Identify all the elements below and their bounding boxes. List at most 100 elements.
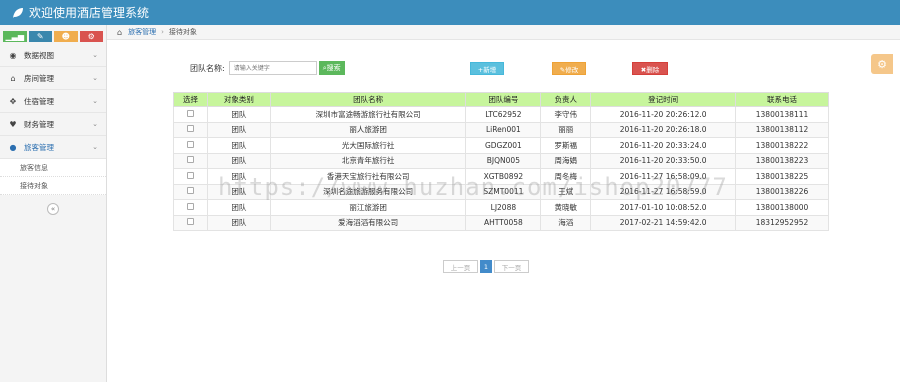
row-checkbox[interactable] [186, 140, 194, 148]
search-button-label: 搜索 [326, 64, 341, 72]
table-cell: 13800138000 [735, 199, 829, 216]
table-cell: 团队 [206, 152, 271, 169]
sidebar-subitem-reception[interactable]: 接待对象 [0, 177, 106, 195]
home-icon[interactable]: ⌂ [117, 28, 122, 37]
chevron-down-icon: ⌄ [92, 97, 98, 105]
row-checkbox[interactable] [186, 202, 194, 210]
add-button[interactable]: +新增 [470, 62, 504, 75]
table-cell: 罗斯福 [540, 137, 592, 154]
cogs-icon[interactable]: ⚙ [79, 31, 103, 42]
quick-buttons: ▁▃▅ ✎ ☻ ⚙ [0, 25, 106, 44]
prev-page-button[interactable]: 上一页 [443, 260, 478, 273]
sidebar-item-rooms[interactable]: ⌂ 房间管理 ⌄ [0, 67, 106, 90]
row-select-cell [173, 106, 208, 123]
table-row[interactable]: 团队 丽江旅游团 LJ2088 黄晓敏 2017-01-10 10:08:52.… [173, 199, 829, 216]
row-select-cell [173, 183, 208, 200]
table-cell: 13800138225 [735, 168, 829, 185]
sidebar-item-guests[interactable]: ● 旅客管理 ⌄ [0, 136, 106, 159]
table-cell: 18312952952 [735, 214, 829, 231]
column-header: 选择 [173, 92, 208, 107]
row-checkbox[interactable] [186, 218, 194, 226]
row-checkbox[interactable] [186, 187, 194, 195]
column-header: 团队编号 [465, 92, 542, 107]
table-cell: 丽丽 [540, 121, 592, 138]
search-button[interactable]: ⌕ 搜索 [318, 61, 345, 75]
leaf-icon [13, 7, 23, 18]
row-select-cell [173, 152, 208, 169]
table-cell: 团队 [206, 214, 271, 231]
row-checkbox[interactable] [186, 156, 194, 164]
chevron-down-icon: ⌄ [92, 120, 98, 128]
app-title: 欢迎使用酒店管理系统 [29, 6, 150, 20]
heart-icon: ♥ [9, 119, 17, 129]
table-cell: 2016-11-20 20:26:18.0 [590, 121, 737, 138]
table-cell: 2017-01-10 10:08:52.0 [590, 199, 737, 216]
table-cell: 爱海滔滔有限公司 [269, 214, 467, 231]
table-cell: 黄晓敏 [540, 199, 592, 216]
table-cell: AHTT0058 [465, 214, 542, 231]
table-cell: 13800138111 [735, 106, 829, 123]
search-label: 团队名称: [190, 63, 225, 73]
table-cell: GDGZ001 [465, 137, 542, 154]
table-cell: 海滔 [540, 214, 592, 231]
breadcrumb: ⌂ 旅客管理 › 接待对象 [107, 25, 900, 40]
row-checkbox[interactable] [186, 125, 194, 133]
sidebar: ▁▃▅ ✎ ☻ ⚙ ◉ 数据视图 ⌄ ⌂ 房间管理 ⌄ ✥ 住宿管理 ⌄ ♥ 财… [0, 25, 107, 382]
column-header: 负责人 [540, 92, 592, 107]
table-cell: 深圳市富途畅游旅行社有限公司 [269, 106, 467, 123]
edit-button[interactable]: ✎修改 [552, 62, 586, 75]
breadcrumb-link[interactable]: 旅客管理 [128, 27, 156, 37]
table-cell: 丽人旅游团 [269, 121, 467, 138]
table-row[interactable]: 团队 深圳市富途畅游旅行社有限公司 LTC62952 李守伟 2016-11-2… [173, 106, 829, 123]
column-header: 团队名称 [269, 92, 467, 107]
table-cell: 13800138222 [735, 137, 829, 154]
sidebar-item-finance[interactable]: ♥ 财务管理 ⌄ [0, 113, 106, 136]
row-checkbox[interactable] [186, 171, 194, 179]
table-cell: LTC62952 [465, 106, 542, 123]
table-row[interactable]: 团队 北京青年旅行社 BJQN005 周海娟 2016-11-20 20:33:… [173, 152, 829, 169]
table-row[interactable]: 团队 爱海滔滔有限公司 AHTT0058 海滔 2017-02-21 14:59… [173, 214, 829, 231]
breadcrumb-separator-icon: › [161, 28, 164, 36]
pencil-icon[interactable]: ✎ [28, 31, 52, 42]
page-number-button[interactable]: 1 [480, 260, 492, 273]
sidebar-item-lodging[interactable]: ✥ 住宿管理 ⌄ [0, 90, 106, 113]
table-cell: 团队 [206, 199, 271, 216]
row-select-cell [173, 214, 208, 231]
table-cell: 2016-11-20 20:33:24.0 [590, 137, 737, 154]
table-cell: 2016-11-20 20:26:12.0 [590, 106, 737, 123]
next-page-button[interactable]: 下一页 [494, 260, 529, 273]
table-cell: 13800138112 [735, 121, 829, 138]
table-cell: 李守伟 [540, 106, 592, 123]
row-checkbox[interactable] [186, 109, 194, 117]
users-icon[interactable]: ☻ [54, 31, 78, 42]
table-row[interactable]: 团队 丽人旅游团 LiRen001 丽丽 2016-11-20 20:26:18… [173, 121, 829, 138]
sidebar-subitem-guest-info[interactable]: 旅客信息 [0, 159, 106, 177]
user-icon: ● [9, 142, 17, 152]
top-bar: 欢迎使用酒店管理系统 [0, 0, 900, 25]
delete-button[interactable]: ✖删除 [632, 62, 668, 75]
home-icon: ⌂ [10, 73, 16, 83]
table-cell: 北京青年旅行社 [269, 152, 467, 169]
signal-icon[interactable]: ▁▃▅ [3, 31, 27, 42]
gear-icon[interactable]: ⚙ [871, 54, 893, 74]
row-select-cell [173, 137, 208, 154]
breadcrumb-current: 接待对象 [168, 28, 197, 36]
search-bar: 团队名称: ⌕ 搜索 [190, 61, 345, 75]
sidebar-item-label: 住宿管理 [24, 96, 54, 106]
collapse-sidebar-icon[interactable]: « [47, 203, 59, 215]
row-select-cell [173, 168, 208, 185]
pagination: 上一页 1 下一页 [443, 260, 529, 273]
search-input[interactable] [228, 61, 317, 75]
dashboard-icon: ◉ [9, 50, 17, 60]
table-cell: 周海娟 [540, 152, 592, 169]
sidebar-item-label: 旅客管理 [24, 142, 54, 152]
table-cell: 13800138223 [735, 152, 829, 169]
sidebar-item-label: 财务管理 [24, 119, 54, 129]
move-icon: ✥ [9, 96, 17, 106]
sidebar-item-dashboard[interactable]: ◉ 数据视图 ⌄ [0, 44, 106, 67]
team-table: 选择 对象类别 团队名称 团队编号 负责人 登记时间 联系电话 团队 深圳市富途… [173, 92, 829, 231]
table-row[interactable]: 团队 光大国际旅行社 GDGZ001 罗斯福 2016-11-20 20:33:… [173, 137, 829, 154]
table-cell: 2016-11-20 20:33:50.0 [590, 152, 737, 169]
sidebar-item-label: 房间管理 [24, 73, 54, 83]
table-header-row: 选择 对象类别 团队名称 团队编号 负责人 登记时间 联系电话 [173, 92, 829, 107]
